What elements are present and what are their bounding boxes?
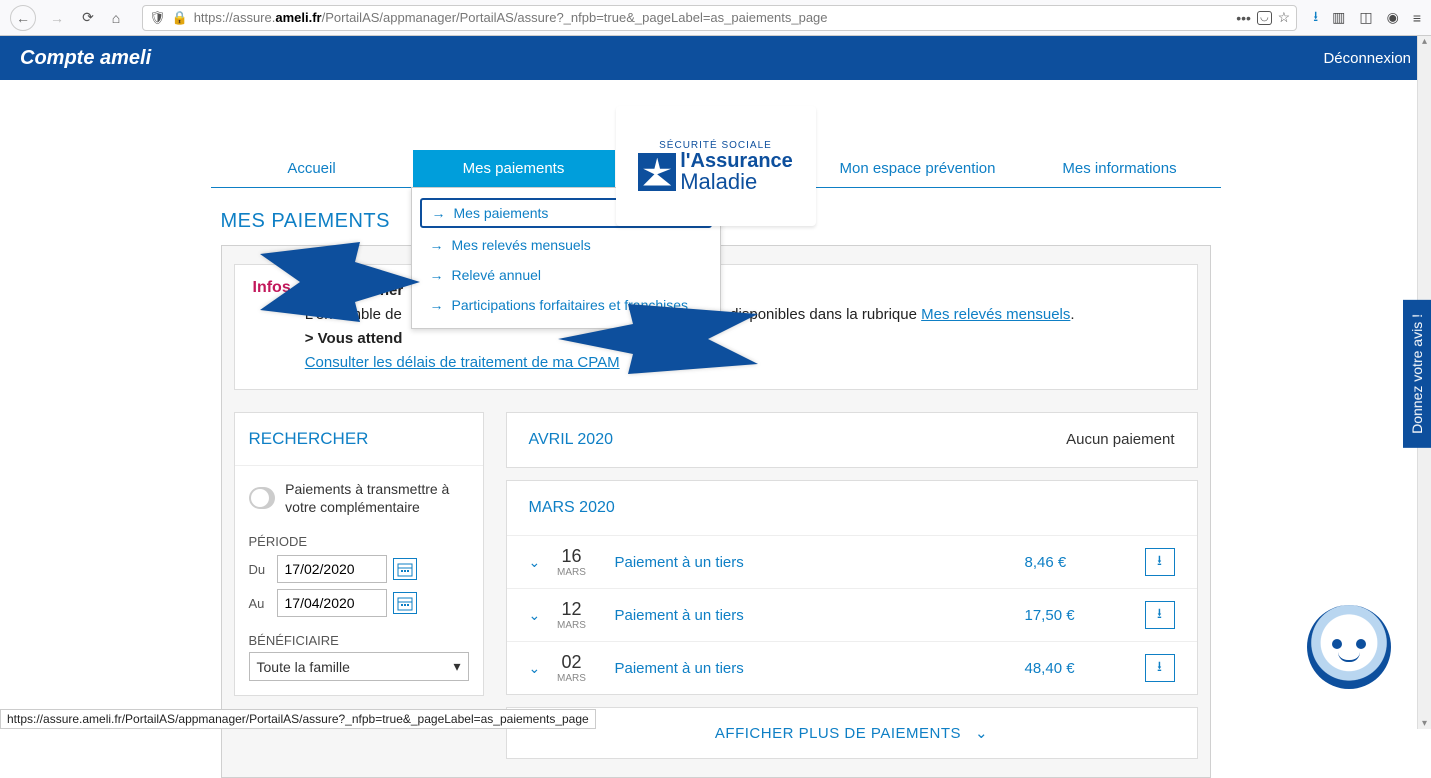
- payment-row: ⌄02MARSPaiement à un tiers48,40 €⭳: [507, 641, 1197, 694]
- payment-row: ⌄12MARSPaiement à un tiers17,50 €⭳: [507, 588, 1197, 641]
- pay-day: 02: [547, 652, 597, 673]
- bookmark-star-icon[interactable]: ☆: [1278, 9, 1291, 26]
- expand-chevron-icon[interactable]: ⌄: [529, 660, 547, 677]
- month-title: AVRIL 2020: [529, 431, 614, 449]
- feedback-tab[interactable]: Donnez votre avis !: [1403, 300, 1431, 448]
- filter-toggle[interactable]: [249, 487, 276, 509]
- info-link-releves[interactable]: Mes relevés mensuels: [921, 306, 1070, 323]
- arrow-right-icon: →: [432, 205, 446, 221]
- logo-topline: SÉCURITÉ SOCIALE: [638, 140, 793, 151]
- arrow-right-icon: →: [430, 267, 444, 283]
- logo-line2: Maladie: [680, 171, 793, 193]
- logo-line1: l'Assurance: [680, 151, 793, 171]
- download-button[interactable]: ⭳: [1145, 601, 1175, 629]
- lock-icon: 🔒: [172, 10, 188, 26]
- payments-list: AVRIL 2020Aucun paiementMARS 2020⌄16MARS…: [506, 412, 1198, 759]
- logo-mark-icon: [638, 153, 676, 191]
- pay-amount: 8,46 €: [1025, 554, 1145, 571]
- pay-month: MARS: [547, 620, 597, 631]
- download-button[interactable]: ⭳: [1145, 548, 1175, 576]
- search-title: RECHERCHER: [235, 413, 483, 466]
- tab-informations[interactable]: Mes informations: [1019, 150, 1221, 187]
- dropdown-item-label: Mes paiements: [454, 205, 549, 221]
- pay-label: Paiement à un tiers: [597, 607, 1025, 624]
- dropdown-releve-annuel[interactable]: → Relevé annuel: [412, 260, 720, 290]
- pay-day: 16: [547, 546, 597, 567]
- search-panel: RECHERCHER Paiements à transmettre à vot…: [234, 412, 484, 696]
- expand-chevron-icon[interactable]: ⌄: [529, 607, 547, 624]
- dropdown-participations[interactable]: → Participations forfaitaires et franchi…: [412, 290, 720, 320]
- expand-chevron-icon[interactable]: ⌄: [529, 554, 547, 571]
- date-from-input[interactable]: [277, 555, 387, 583]
- from-label: Du: [249, 562, 271, 577]
- brand-logo[interactable]: SÉCURITÉ SOCIALE l'Assurance Maladie: [616, 106, 816, 226]
- benef-select[interactable]: Toute la famille ▾: [249, 652, 469, 681]
- download-button[interactable]: ⭳: [1145, 654, 1175, 682]
- pay-day: 12: [547, 599, 597, 620]
- reader-icon[interactable]: ◡: [1257, 11, 1272, 25]
- menu-icon[interactable]: ≡: [1413, 10, 1421, 26]
- back-button[interactable]: ←: [10, 5, 36, 31]
- download-icon[interactable]: ⭳: [1313, 6, 1318, 30]
- reload-button[interactable]: ⟳: [78, 8, 98, 28]
- chevron-down-icon: ▾: [453, 658, 460, 675]
- pay-label: Paiement à un tiers: [597, 554, 1025, 571]
- tab-paiements[interactable]: Mes paiements: [413, 150, 615, 187]
- pay-label: Paiement à un tiers: [597, 660, 1025, 677]
- bot-face-icon: [1324, 627, 1374, 667]
- filter-toggle-label: Paiements à transmettre à votre compléme…: [285, 480, 468, 516]
- status-bar: https://assure.ameli.fr/PortailAS/appman…: [0, 709, 596, 729]
- calendar-from-icon[interactable]: [393, 558, 417, 580]
- month-title: MARS 2020: [529, 499, 615, 517]
- no-payment-text: Aucun paiement: [1066, 431, 1174, 449]
- dropdown-item-label: Participations forfaitaires et franchise…: [452, 297, 689, 313]
- logout-link[interactable]: Déconnexion: [1323, 50, 1411, 67]
- calendar-to-icon[interactable]: [393, 592, 417, 614]
- info-label: Infos: [253, 279, 291, 375]
- home-button[interactable]: ⌂: [106, 8, 126, 28]
- arrow-right-icon: →: [430, 237, 444, 253]
- month-box: MARS 2020⌄16MARSPaiement à un tiers8,46 …: [506, 480, 1198, 695]
- benef-value: Toute la famille: [257, 659, 350, 675]
- pay-amount: 48,40 €: [1025, 660, 1145, 677]
- forward-button[interactable]: →: [44, 5, 70, 31]
- info-link-delais[interactable]: Consulter les délais de traitement de ma…: [305, 354, 620, 371]
- show-more-label: AFFICHER PLUS DE PAIEMENTS: [715, 725, 961, 742]
- info-line3: > Vous attend: [305, 327, 1075, 351]
- payment-row: ⌄16MARSPaiement à un tiers8,46 €⭳: [507, 535, 1197, 588]
- tab-prevention[interactable]: Mon espace prévention: [817, 150, 1019, 187]
- library-icon[interactable]: ▥: [1332, 9, 1345, 26]
- browser-toolbar: ← → ⟳ ⌂ 🛡 🔒 https://assure.ameli.fr/Port…: [0, 0, 1431, 36]
- pay-month: MARS: [547, 567, 597, 578]
- chatbot-button[interactable]: [1307, 605, 1391, 689]
- address-bar[interactable]: 🛡 🔒 https://assure.ameli.fr/PortailAS/ap…: [142, 5, 1297, 31]
- dropdown-item-label: Relevé annuel: [452, 267, 542, 283]
- site-title: Compte ameli: [20, 47, 151, 70]
- pay-month: MARS: [547, 673, 597, 684]
- pay-amount: 17,50 €: [1025, 607, 1145, 624]
- account-icon[interactable]: ◉: [1387, 9, 1399, 26]
- to-label: Au: [249, 596, 271, 611]
- ellipsis-icon[interactable]: •••: [1236, 10, 1251, 26]
- arrow-right-icon: →: [430, 297, 444, 313]
- tab-accueil[interactable]: Accueil: [211, 150, 413, 187]
- url-text: https://assure.ameli.fr/PortailAS/appman…: [194, 10, 1231, 25]
- sidebar-icon[interactable]: ◫: [1359, 9, 1372, 26]
- site-header: Compte ameli Déconnexion: [0, 36, 1431, 80]
- dropdown-item-label: Mes relevés mensuels: [452, 237, 591, 253]
- date-to-input[interactable]: [277, 589, 387, 617]
- period-label: PÉRIODE: [249, 534, 469, 549]
- chevron-down-icon: ⌄: [975, 725, 988, 742]
- benef-label: BÉNÉFICIAIRE: [249, 633, 469, 648]
- show-more-button[interactable]: AFFICHER PLUS DE PAIEMENTS ⌄: [506, 707, 1198, 759]
- dropdown-releves-mensuels[interactable]: → Mes relevés mensuels: [412, 230, 720, 260]
- shield-icon: 🛡: [149, 10, 166, 26]
- month-box: AVRIL 2020 Aucun paiement: [506, 412, 1198, 468]
